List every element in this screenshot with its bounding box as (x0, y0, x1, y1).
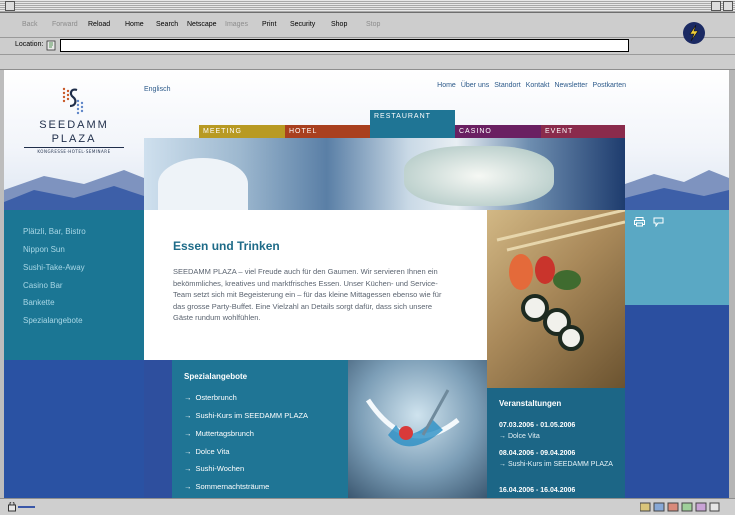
nav-link-home[interactable]: Home (437, 82, 456, 89)
images-button[interactable]: Images (225, 21, 248, 28)
special-item-label: Sushi-Wochen (195, 464, 245, 473)
sidebar-item-sushi-take-away[interactable]: Sushi-Take-Away (23, 263, 85, 272)
navigation-toolbar: Back Forward Reload Home Search Netscape… (0, 13, 735, 38)
section-tabs: MEETING HOTEL RESTAURANT CASINO EVENT (144, 110, 625, 139)
chef-figure (158, 158, 248, 210)
special-item-sushi-kurs[interactable]: → Sushi-Kurs im SEEDAMM PLAZA (184, 411, 308, 420)
special-item-label: Sushi-Kurs im SEEDAMM PLAZA (195, 411, 309, 420)
event-date: 08.04.2006 - 09.04.2006 (499, 450, 576, 457)
events-panel: Veranstaltungen 07.03.2006 - 01.05.2006 … (487, 388, 625, 498)
event-link-dolce-vita[interactable]: → Dolce Vita (499, 432, 621, 441)
special-item-label: Sommernachtsträume (195, 482, 270, 491)
sidebar-menu: Plätzli, Bar, Bistro Nippon Sun Sushi-Ta… (4, 210, 144, 360)
event-title: Dolce Vita (507, 433, 540, 440)
chat-icon[interactable] (653, 217, 664, 227)
special-item-sushi-wochen[interactable]: → Sushi-Wochen (184, 464, 244, 473)
special-item-label: Muttertagsbrunch (195, 429, 254, 438)
logo-tagline: KONGRESSE·HOTEL·SEMINARE (24, 147, 124, 154)
event-date: 07.03.2006 - 01.05.2006 (499, 422, 576, 429)
print-icon[interactable] (634, 217, 645, 227)
nav-link-contact[interactable]: Kontakt (526, 82, 550, 89)
nav-link-newsletter[interactable]: Newsletter (554, 82, 587, 89)
arrow-right-icon: → (184, 464, 192, 473)
logo-text-plaza: PLAZA (51, 133, 97, 145)
events-heading: Veranstaltungen (499, 399, 562, 408)
sidebar-item-bankette[interactable]: Bankette (23, 298, 55, 307)
back-button[interactable]: Back (22, 21, 38, 28)
page-title: Essen und Trinken (173, 239, 280, 253)
specials-heading: Spezialangebote (184, 372, 248, 381)
event-link-sushi-kurs[interactable]: → Sushi-Kurs im SEEDAMM PLAZA (499, 460, 621, 469)
cocktail-glass-photo (348, 360, 487, 498)
logo-mark-icon (62, 87, 84, 115)
arrow-right-icon: → (499, 461, 508, 468)
vertical-scrollbar[interactable] (729, 70, 735, 498)
search-button[interactable]: Search (156, 21, 178, 28)
specials-panel: Spezialangebote → Osterbrunch → Sushi-Kurs… (172, 360, 348, 498)
restaurant-banner-photo (144, 138, 625, 210)
sidebar-item-spezialangebote[interactable]: Spezialangebote (23, 316, 83, 325)
tab-meeting[interactable]: MEETING (199, 125, 285, 138)
netscape-button[interactable]: Netscape (187, 21, 217, 28)
top-navigation: Home Über uns Standort Kontakt Newslette… (437, 82, 626, 89)
right-lower-panel (625, 305, 729, 498)
close-box-icon[interactable] (5, 1, 15, 11)
sidebar-item-casino-bar[interactable]: Casino Bar (23, 281, 63, 290)
component-bar-icons[interactable] (640, 502, 720, 512)
tab-hotel[interactable]: HOTEL (285, 125, 370, 138)
arrow-right-icon: → (499, 433, 508, 440)
netscape-throbber-icon[interactable] (683, 22, 705, 44)
arrow-right-icon: → (184, 447, 192, 456)
special-item-label: Dolce Vita (195, 447, 230, 456)
reload-button[interactable]: Reload (88, 21, 110, 28)
personal-toolbar (0, 55, 735, 70)
tab-restaurant[interactable]: RESTAURANT (370, 110, 455, 138)
sidebar-item-plaetzli[interactable]: Plätzli, Bar, Bistro (23, 227, 86, 236)
sushi-plate (404, 146, 554, 206)
web-page: SEEDAMM PLAZA KONGRESSE·HOTEL·SEMINARE E… (4, 70, 729, 498)
sushi-boat-photo (487, 208, 626, 388)
special-item-label: Osterbrunch (195, 393, 237, 402)
nav-link-about[interactable]: Über uns (461, 82, 489, 89)
special-item-dolce-vita[interactable]: → Dolce Vita (184, 447, 230, 456)
arrow-right-icon: → (184, 482, 192, 491)
main-content: Essen und Trinken SEEDAMM PLAZA – viel F… (144, 210, 487, 360)
forward-button[interactable]: Forward (52, 21, 78, 28)
stop-button[interactable]: Stop (366, 21, 380, 28)
security-button[interactable]: Security (290, 21, 315, 28)
arrow-right-icon: → (184, 411, 192, 420)
left-lower-panel (4, 360, 144, 498)
special-item-muttertagsbrunch[interactable]: → Muttertagsbrunch (184, 429, 254, 438)
logo-text-seedamm: SEEDAMM (39, 119, 109, 131)
location-bookmark-icon[interactable] (46, 40, 56, 51)
print-button[interactable]: Print (262, 21, 276, 28)
event-title: Sushi-Kurs im SEEDAMM PLAZA (507, 461, 613, 468)
location-input[interactable] (60, 39, 629, 52)
status-bar (0, 498, 735, 515)
event-date: 16.04.2006 - 16.04.2006 (499, 487, 576, 494)
location-label: Location: (15, 41, 44, 48)
security-lock-icon[interactable] (8, 502, 36, 512)
nav-link-location[interactable]: Standort (494, 82, 520, 89)
nav-link-postcards[interactable]: Postkarten (593, 82, 626, 89)
tab-casino[interactable]: CASINO (455, 125, 541, 138)
location-bar: Location: (0, 38, 735, 55)
window-titlebar (0, 0, 735, 13)
cherry (399, 426, 413, 440)
intro-paragraph: SEEDAMM PLAZA – viel Freude auch für den… (173, 267, 442, 322)
special-item-sommernachtstraeume[interactable]: → Sommernachtsträume (184, 482, 269, 491)
tab-event[interactable]: EVENT (541, 125, 625, 138)
arrow-right-icon: → (184, 429, 192, 438)
home-button[interactable]: Home (125, 21, 144, 28)
sidebar-item-nippon-sun[interactable]: Nippon Sun (23, 245, 65, 254)
zoom-box-icon[interactable] (711, 1, 721, 11)
language-link[interactable]: Englisch (144, 86, 170, 93)
shop-button[interactable]: Shop (331, 21, 347, 28)
arrow-right-icon: → (184, 393, 192, 402)
collapse-box-icon[interactable] (723, 1, 733, 11)
special-item-osterbrunch[interactable]: → Osterbrunch (184, 393, 237, 402)
